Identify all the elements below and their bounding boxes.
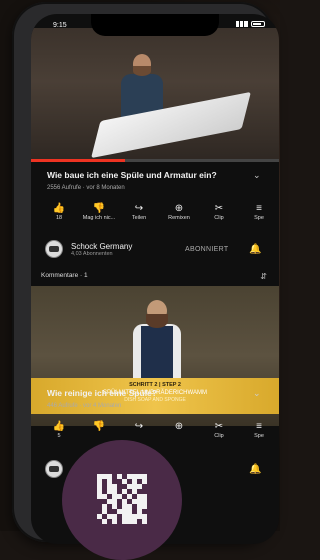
video-player[interactable] (31, 28, 279, 162)
comments-label: Kommentare · 1 (41, 272, 88, 279)
action-label: Spe (254, 433, 264, 439)
remix-icon: ⊕ (174, 421, 184, 432)
action-bar-2: 👍 5 👎 ↪ ⊕ ✂ Clip ≡ Spe (39, 420, 279, 439)
thumb-up-icon: 👍 (52, 203, 66, 214)
share-icon: ↪ (134, 421, 144, 432)
remix-icon: ⊕ (174, 203, 184, 214)
channel-avatar[interactable] (45, 240, 63, 258)
thumb-down-icon: 👎 (92, 421, 106, 432)
action-label: Spe (254, 215, 264, 221)
video2-share-button[interactable]: ↪ (119, 420, 159, 439)
channel-row[interactable]: Schock Germany 4,03 Abonnenten ABONNIERT… (45, 240, 275, 258)
action-label: 18 (55, 215, 63, 221)
video1-save-button[interactable]: ≡ Spe (239, 202, 279, 221)
progress-bar[interactable] (31, 159, 279, 162)
video1-clip-button[interactable]: ✂ Clip (199, 202, 239, 221)
share-icon: ↪ (134, 203, 144, 214)
save-icon: ≡ (256, 203, 262, 214)
sink-image (91, 91, 251, 159)
video1-remix-button[interactable]: ⊕ Remixen (159, 202, 199, 221)
action-bar: 👍 18 👎 Mag ich nic... ↪ Teilen ⊕ Remixen ✂ Clip ≡ S… (39, 202, 279, 221)
video2-thumb-down-button[interactable]: 👎 (79, 420, 119, 439)
video2-clip-button[interactable]: ✂ Clip (199, 420, 239, 439)
video-meta: 2556 Aufrufe · vor 8 Monaten (47, 185, 125, 191)
channel-name[interactable]: Schock Germany (71, 242, 132, 251)
video2-save-button[interactable]: ≡ Spe (239, 420, 279, 439)
video-title-2[interactable]: Wie reinige ich eine Spüle? (47, 388, 247, 398)
bell-icon-2[interactable]: 🔔 (249, 464, 261, 475)
status-time: 9:15 (53, 22, 67, 29)
qr-badge (62, 440, 182, 560)
expand-chevron-icon[interactable]: ⌄ (253, 170, 261, 181)
thumb-up-icon: 👍 (52, 421, 66, 432)
bell-icon[interactable]: 🔔 (249, 244, 261, 255)
comments-header[interactable]: Kommentare · 1 ⇵ (41, 272, 269, 286)
presenter-figure-2 (127, 300, 187, 378)
video1-thumb-up-button[interactable]: 👍 18 (39, 202, 79, 221)
video1-share-button[interactable]: ↪ Teilen (119, 202, 159, 221)
video1-thumb-down-button[interactable]: 👎 Mag ich nic... (79, 202, 119, 221)
status-bar: 9:15 (31, 14, 279, 36)
action-label: Remixen (168, 215, 190, 221)
video2-thumb-up-button[interactable]: 👍 5 (39, 420, 79, 439)
expand-chevron-icon-2[interactable]: ⌄ (253, 388, 261, 399)
action-label: 5 (57, 433, 61, 439)
action-label: Clip (214, 433, 224, 439)
action-label: Clip (214, 215, 224, 221)
video2-remix-button[interactable]: ⊕ (159, 420, 199, 439)
channel-avatar-2[interactable] (45, 460, 63, 478)
status-icons (236, 21, 265, 27)
clip-icon: ✂ (214, 421, 224, 432)
battery-icon (251, 21, 265, 27)
qr-code-icon (97, 474, 147, 524)
action-label: Teilen (131, 215, 147, 221)
subscribed-button[interactable]: ABONNIERT (185, 246, 228, 253)
action-label: Mag ich nic... (82, 215, 116, 221)
channel-subscribers: 4,03 Abonnenten (71, 250, 113, 257)
signal-icon (236, 21, 248, 27)
sort-icon[interactable]: ⇵ (260, 272, 267, 281)
progress-fill (31, 159, 126, 162)
video-title[interactable]: Wie baue ich eine Spüle und Armatur ein? (47, 170, 247, 180)
clip-icon: ✂ (214, 203, 224, 214)
thumb-down-icon: 👎 (92, 203, 106, 214)
video-meta-2: 446 Aufrufe · vor 4 Monaten (47, 403, 122, 409)
save-icon: ≡ (256, 421, 262, 432)
